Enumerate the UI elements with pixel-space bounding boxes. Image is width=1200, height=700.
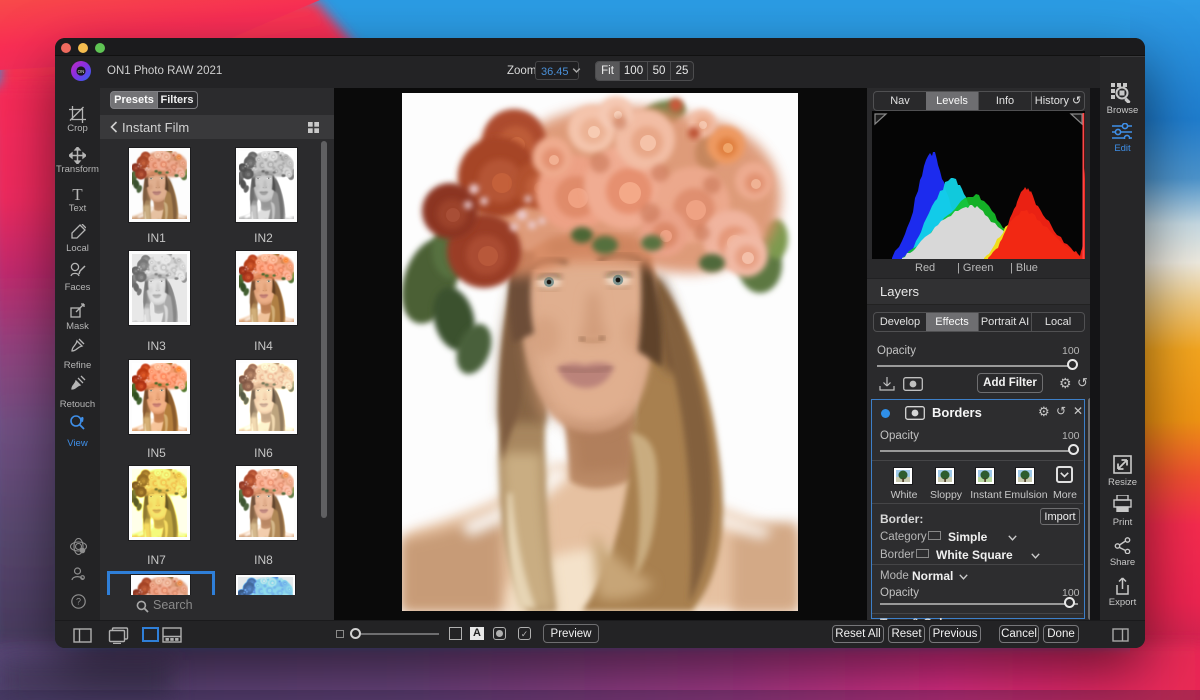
svg-text:?: ? bbox=[76, 597, 81, 607]
svg-text:ON: ON bbox=[78, 69, 85, 74]
